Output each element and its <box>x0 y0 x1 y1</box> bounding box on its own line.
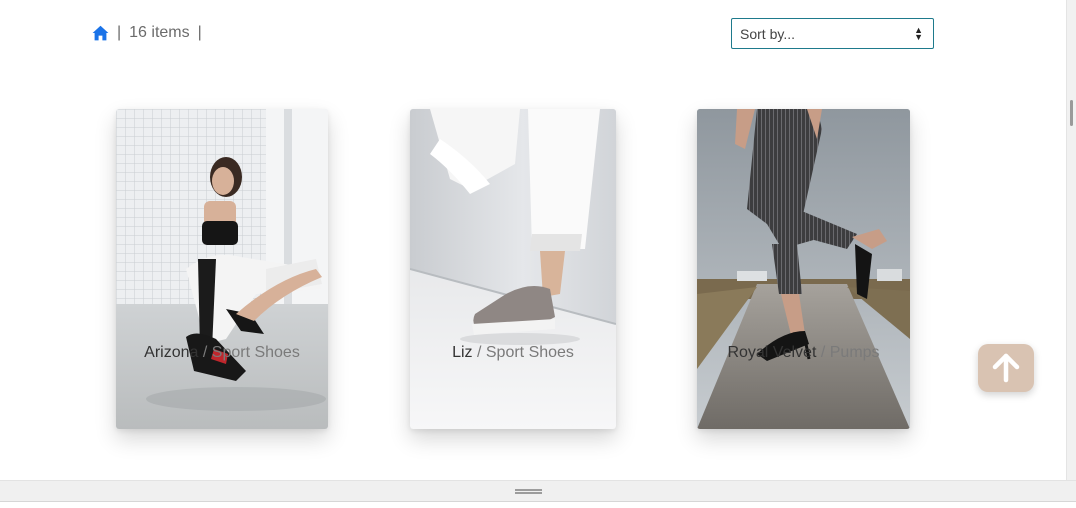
product-card[interactable] <box>697 109 910 429</box>
product-card[interactable] <box>116 109 328 429</box>
product-category[interactable]: Sport Shoes <box>212 344 300 361</box>
product-photo-arizona <box>116 109 328 429</box>
product-photo-royal-velvet <box>697 109 910 429</box>
sort-arrows-icon: ▲ ▼ <box>914 24 923 42</box>
product-name[interactable]: Royal Velvet <box>727 344 816 361</box>
product-category[interactable]: Sport Shoes <box>486 344 574 361</box>
sort-select-value: Sort by... <box>740 25 795 42</box>
product-photo-liz <box>410 109 616 429</box>
shop-page: | 16 items | Sort by... ▲ ▼ Arizona / Sp… <box>0 0 1076 508</box>
product-card[interactable] <box>410 109 616 429</box>
product-image[interactable] <box>697 109 910 429</box>
breadcrumb: | 16 items | <box>92 22 202 44</box>
scroll-to-top-button[interactable] <box>978 344 1034 392</box>
product-image[interactable] <box>410 109 616 429</box>
resize-grip-icon[interactable] <box>515 489 542 494</box>
sort-select[interactable]: Sort by... ▲ ▼ <box>731 18 934 49</box>
product-image[interactable] <box>116 109 328 429</box>
product-caption: Arizona / Sport Shoes <box>144 344 300 361</box>
product-category[interactable]: Pumps <box>830 344 880 361</box>
product-caption: Royal Velvet / Pumps <box>727 344 880 361</box>
product-name[interactable]: Arizona <box>144 344 198 361</box>
bottom-panel-splitter[interactable] <box>0 480 1076 502</box>
breadcrumb-separator: | <box>117 24 122 41</box>
home-icon[interactable] <box>92 25 109 41</box>
arrow-up-icon <box>992 353 1020 383</box>
items-count: 16 items <box>129 24 190 41</box>
product-caption: Liz / Sport Shoes <box>452 344 574 361</box>
product-name[interactable]: Liz <box>452 344 472 361</box>
breadcrumb-separator: | <box>197 24 202 41</box>
scrollbar-thumb[interactable] <box>1070 100 1073 126</box>
vertical-scrollbar[interactable] <box>1066 0 1076 480</box>
